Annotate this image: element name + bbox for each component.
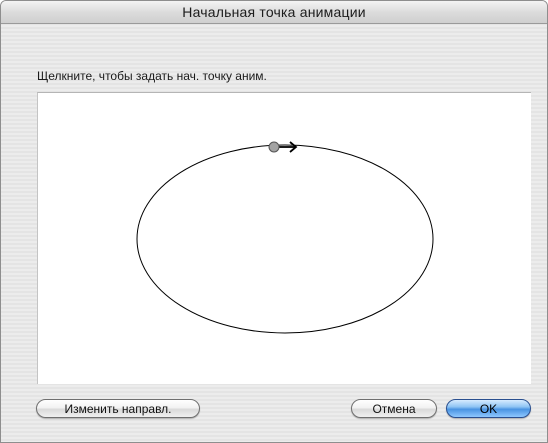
start-point-icon[interactable] <box>268 141 280 153</box>
cancel-button[interactable]: Отмена <box>351 399 437 418</box>
motion-path[interactable] <box>136 144 434 334</box>
motion-path-canvas[interactable] <box>37 92 531 384</box>
dialog-title: Начальная точка анимации <box>182 4 366 20</box>
title-bar: Начальная точка анимации <box>1 1 547 24</box>
ok-button[interactable]: OK <box>446 399 531 418</box>
change-direction-button[interactable]: Изменить направл. <box>36 399 200 418</box>
motion-path-svg <box>136 141 434 334</box>
animation-start-dialog: Начальная точка анимации Щелкните, чтобы… <box>0 0 548 443</box>
direction-arrow-icon <box>279 141 298 153</box>
instruction-text: Щелкните, чтобы задать нач. точку аним. <box>37 69 267 83</box>
